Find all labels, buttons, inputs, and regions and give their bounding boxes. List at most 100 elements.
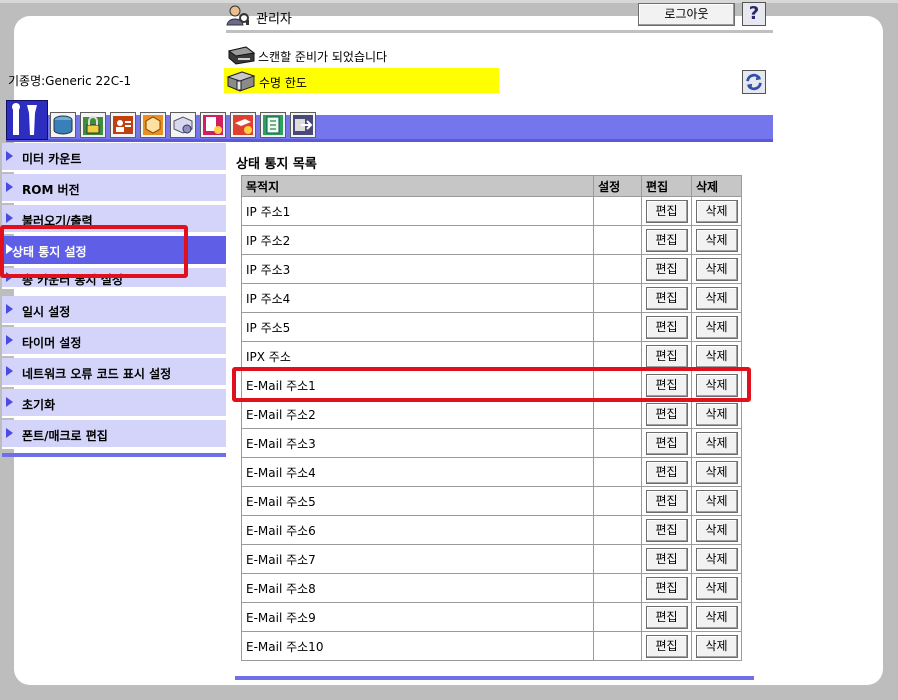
- setting-cell: [593, 544, 643, 574]
- table-row: E-Mail 주소4 편집 삭제: [240, 457, 742, 487]
- sidebar-item-timer[interactable]: 타이머 설정: [2, 327, 226, 356]
- edit-button[interactable]: 편집: [645, 605, 688, 629]
- delete-button[interactable]: 삭제: [695, 605, 738, 629]
- table-row: IP 주소3 편집 삭제: [240, 254, 742, 284]
- sidebar-item-font-macro-edit[interactable]: 폰트/매크로 편집: [2, 420, 226, 449]
- arrow-right-icon: [6, 366, 13, 376]
- edit-button[interactable]: 편집: [645, 228, 688, 252]
- help-icon[interactable]: ?: [742, 2, 766, 26]
- table-row: E-Mail 주소5 편집 삭제: [240, 486, 742, 516]
- toner-warning-icon: [226, 71, 256, 92]
- edit-button[interactable]: 편집: [645, 315, 688, 339]
- delete-button[interactable]: 삭제: [695, 489, 738, 513]
- edit-button[interactable]: 편집: [645, 489, 688, 513]
- delete-button[interactable]: 삭제: [695, 431, 738, 455]
- sidebar-item-rom-version[interactable]: ROM 버전: [2, 174, 226, 203]
- destination-cell: E-Mail 주소10: [240, 631, 595, 661]
- destination-cell: E-Mail 주소4: [240, 457, 595, 487]
- highlight-sidebar-status-notification: [0, 225, 188, 278]
- delete-cell: 삭제: [691, 283, 742, 313]
- delete-cell: 삭제: [691, 457, 742, 487]
- edit-button[interactable]: 편집: [645, 199, 688, 223]
- arrow-right-icon: [6, 213, 13, 223]
- delete-cell: 삭제: [691, 602, 742, 632]
- sidebar-item-label: 네트워크 오류 코드 표시 설정: [22, 367, 172, 381]
- logout-button[interactable]: 로그아웃: [638, 3, 735, 26]
- tab-maintenance[interactable]: [6, 100, 48, 140]
- sidebar-item-meter-count[interactable]: 미터 카운트: [2, 143, 226, 172]
- edit-button[interactable]: 편집: [645, 547, 688, 571]
- sidebar-item-date-time[interactable]: 일시 설정: [2, 296, 226, 325]
- tab-user-auth[interactable]: [110, 112, 136, 138]
- tab-fax[interactable]: [200, 112, 226, 138]
- address-book-icon: [263, 115, 283, 135]
- setting-cell: [593, 196, 643, 226]
- destination-cell: E-Mail 주소2: [240, 399, 595, 429]
- sidebar-item-initialize[interactable]: 초기화: [2, 389, 226, 418]
- tab-export[interactable]: [290, 112, 316, 138]
- delete-button[interactable]: 삭제: [695, 257, 738, 281]
- edit-button[interactable]: 편집: [645, 286, 688, 310]
- delete-button[interactable]: 삭제: [695, 344, 738, 368]
- edit-cell: 편집: [641, 254, 692, 284]
- warning-text: 수명 한도: [259, 76, 307, 90]
- arrow-right-icon: [6, 151, 13, 161]
- lock-icon: [83, 116, 103, 135]
- delete-button[interactable]: 삭제: [695, 286, 738, 310]
- delete-button[interactable]: 삭제: [695, 634, 738, 658]
- edit-button[interactable]: 편집: [645, 257, 688, 281]
- edit-button[interactable]: 편집: [645, 518, 688, 542]
- edit-button[interactable]: 편집: [645, 460, 688, 484]
- delete-button[interactable]: 삭제: [695, 199, 738, 223]
- sidebar-item-network-error-code[interactable]: 네트워크 오류 코드 표시 설정: [2, 358, 226, 387]
- delete-cell: 삭제: [691, 631, 742, 661]
- export-arrow-icon: [293, 115, 313, 135]
- delete-button[interactable]: 삭제: [695, 315, 738, 339]
- table-row: E-Mail 주소2 편집 삭제: [240, 399, 742, 429]
- edit-cell: 편집: [641, 631, 692, 661]
- tab-network[interactable]: [140, 112, 166, 138]
- delete-button[interactable]: 삭제: [695, 228, 738, 252]
- edit-cell: 편집: [641, 457, 692, 487]
- table-row: IP 주소4 편집 삭제: [240, 283, 742, 313]
- tab-security[interactable]: [80, 112, 106, 138]
- edit-button[interactable]: 편집: [645, 402, 688, 426]
- table-row: E-Mail 주소3 편집 삭제: [240, 428, 742, 458]
- edit-button[interactable]: 편집: [645, 634, 688, 658]
- tab-print-settings[interactable]: [170, 112, 196, 138]
- column-header-edit: 편집: [641, 175, 692, 197]
- delete-button[interactable]: 삭제: [695, 402, 738, 426]
- arrow-right-icon: [6, 335, 13, 345]
- scan-status-text: 스캔할 준비가 되었습니다: [258, 50, 388, 64]
- table-row: E-Mail 주소7 편집 삭제: [240, 544, 742, 574]
- admin-label: 관리자: [256, 12, 292, 27]
- column-header-delete: 삭제: [691, 175, 742, 197]
- sidebar-item-label: 일시 설정: [22, 305, 71, 319]
- edit-cell: 편집: [641, 196, 692, 226]
- delete-button[interactable]: 삭제: [695, 576, 738, 600]
- column-header-destination: 목적지: [240, 175, 595, 197]
- setting-cell: [593, 399, 643, 429]
- delete-button[interactable]: 삭제: [695, 547, 738, 571]
- delete-cell: 삭제: [691, 225, 742, 255]
- tab-scan[interactable]: [230, 112, 256, 138]
- refresh-icon[interactable]: [742, 70, 766, 94]
- edit-cell: 편집: [641, 515, 692, 545]
- delete-button[interactable]: 삭제: [695, 460, 738, 484]
- highlight-email-address-1-row: [232, 367, 751, 402]
- status-notification-table: 목적지 설정 편집 삭제 IP 주소1 편집 삭제 IP 주소2 편집 삭제 IP 주소3 편…: [240, 175, 742, 661]
- sidebar-item-label: 초기화: [22, 398, 56, 412]
- delete-button[interactable]: 삭제: [695, 518, 738, 542]
- edit-button[interactable]: 편집: [645, 576, 688, 600]
- destination-cell: E-Mail 주소5: [240, 486, 595, 516]
- edit-cell: 편집: [641, 486, 692, 516]
- network-box-icon: [143, 115, 163, 135]
- edit-button[interactable]: 편집: [645, 344, 688, 368]
- edit-button[interactable]: 편집: [645, 431, 688, 455]
- destination-cell: IP 주소1: [240, 196, 595, 226]
- destination-cell: E-Mail 주소8: [240, 573, 595, 603]
- tab-address-book[interactable]: [260, 112, 286, 138]
- destination-cell: E-Mail 주소9: [240, 602, 595, 632]
- edit-cell: 편집: [641, 602, 692, 632]
- tab-storage[interactable]: [50, 112, 76, 138]
